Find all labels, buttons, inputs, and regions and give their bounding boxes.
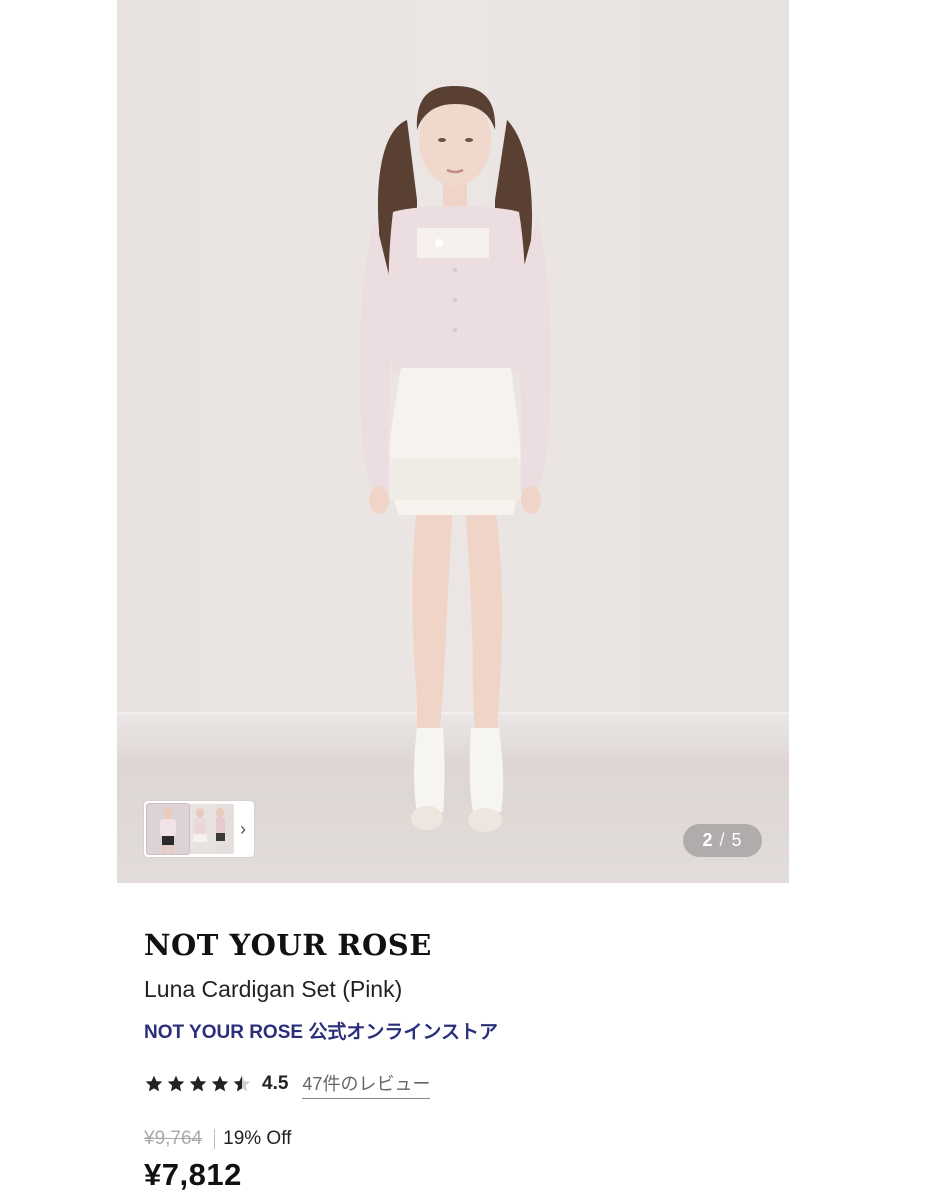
counter-separator: / <box>719 830 726 850</box>
counter-current: 2 <box>702 830 714 850</box>
thumbnail-strip[interactable]: › <box>144 801 254 857</box>
star-half-icon <box>233 1075 251 1092</box>
star-full-icon <box>189 1075 207 1092</box>
rating-stars <box>144 1074 252 1094</box>
chevron-right-icon[interactable]: › <box>236 818 250 840</box>
sale-price: ¥7,812 <box>144 1157 242 1192</box>
thumbnail-1[interactable] <box>147 804 189 854</box>
rating-value: 4.5 <box>262 1073 289 1094</box>
original-price: ¥9,764 <box>144 1128 203 1149</box>
product-image-gallery[interactable]: 2/5 <box>117 0 789 883</box>
product-photo-model <box>359 86 551 832</box>
price-comparison: ¥9,764 19% Off <box>144 1128 291 1150</box>
counter-total: 5 <box>731 830 743 850</box>
image-counter: 2/5 <box>683 824 762 857</box>
star-full-icon <box>167 1075 185 1092</box>
reviews-link[interactable]: 47件のレビュー <box>302 1070 431 1099</box>
star-full-icon <box>145 1075 163 1092</box>
price-divider <box>214 1129 216 1149</box>
star-full-icon <box>211 1075 229 1092</box>
brand-name: NOT YOUR ROSE <box>144 928 432 962</box>
discount-badge: 19% Off <box>223 1128 292 1149</box>
product-title: Luna Cardigan Set (Pink) <box>144 976 403 1002</box>
official-store-link[interactable]: NOT YOUR ROSE 公式オンラインストア <box>144 1017 498 1044</box>
product-rating: 4.5 47件のレビュー <box>144 1070 431 1099</box>
